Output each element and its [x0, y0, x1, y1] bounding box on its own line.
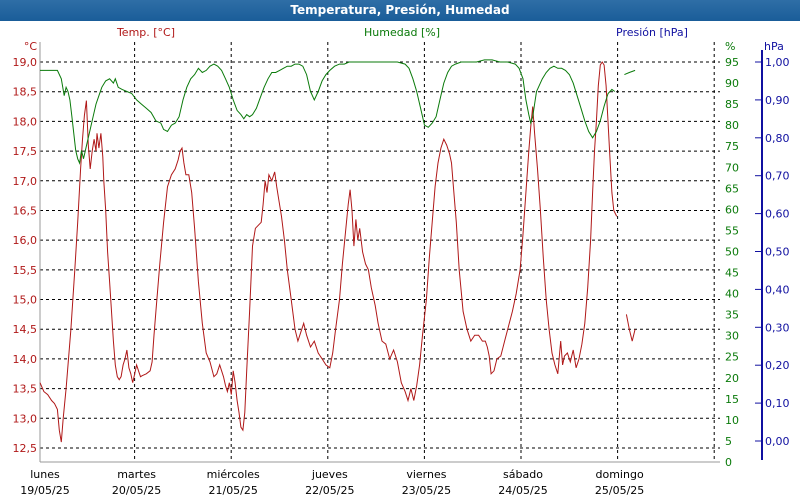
humidity-tick-label: 95: [725, 56, 739, 69]
pressure-tick-label: 0,20: [765, 359, 790, 372]
x-date-label: 25/05/25: [595, 484, 644, 497]
humidity-tick-label: 85: [725, 98, 739, 111]
humidity-tick-label: 45: [725, 267, 739, 280]
temp-tick-label: 14,0: [13, 353, 38, 366]
temp-tick-label: 15,5: [13, 264, 38, 277]
x-day-label: martes: [117, 468, 156, 481]
humidity-tick-label: 0: [725, 456, 732, 469]
humidity-tick-label: 65: [725, 182, 739, 195]
temp-tick-label: 12,5: [13, 442, 38, 455]
x-day-label: sábado: [503, 468, 543, 481]
humidity-tick-label: 70: [725, 161, 739, 174]
x-date-label: 19/05/25: [20, 484, 69, 497]
right1-axis-unit: %: [725, 40, 735, 53]
temp-tick-label: 16,0: [13, 234, 38, 247]
left-axis-unit: °C: [24, 40, 38, 53]
humidity-tick-label: 15: [725, 393, 739, 406]
humidity-tick-label: 25: [725, 351, 739, 364]
pressure-tick-label: 0,40: [765, 283, 790, 296]
humidity-tick-label: 20: [725, 372, 739, 385]
humidity-tick-label: 75: [725, 140, 739, 153]
pressure-tick-label: 0,30: [765, 321, 790, 334]
pressure-tick-label: 0,10: [765, 397, 790, 410]
series-lines: [39, 59, 636, 443]
right2-axis-unit: hPa: [764, 40, 784, 53]
humidity-tick-label: 5: [725, 435, 732, 448]
x-day-label: domingo: [596, 468, 644, 481]
humidity-axis-label: Humedad [%]: [364, 26, 440, 39]
axes: [39, 42, 763, 463]
temp-tick-label: 18,0: [13, 115, 38, 128]
x-day-label: lunes: [30, 468, 60, 481]
humidity-tick-label: 35: [725, 309, 739, 322]
x-labels: lunes 19/05/25 martes 20/05/25 miércoles 21/0…: [20, 468, 644, 497]
temp-tick-label: 17,5: [13, 145, 38, 158]
chart: 12,5 13,0 13,5 14,0 14,5 15,0 15,5 16,0 16,5 17,0…: [13, 26, 790, 497]
pressure-tick-label: 0,60: [765, 208, 790, 221]
humidity-tick-label: 90: [725, 77, 739, 90]
temp-tick-label: 17,0: [13, 175, 38, 188]
humidity-tick-label: 50: [725, 245, 739, 258]
pressure-axis-label: Presión [hPa]: [616, 26, 688, 39]
pressure-tick-label: 0,70: [765, 170, 790, 183]
humidity-tick-label: 40: [725, 288, 739, 301]
humidity-tick-label: 10: [725, 414, 739, 427]
temp-tick-label: 13,0: [13, 412, 38, 425]
humidity-tick-label: 55: [725, 224, 739, 237]
pressure-tick-label: 1,00: [765, 56, 790, 69]
temp-tick-label: 14,5: [13, 323, 38, 336]
x-date-label: 23/05/25: [402, 484, 451, 497]
humidity-tick-label: 60: [725, 203, 739, 216]
x-date-label: 21/05/25: [208, 484, 257, 497]
humidity-series-line: [624, 69, 636, 76]
pressure-tick-label: 0,50: [765, 246, 790, 259]
temp-tick-label: 13,5: [13, 383, 38, 396]
pressure-tick-label: 0,00: [765, 435, 790, 448]
x-day-label: miércoles: [207, 468, 260, 481]
x-date-label: 22/05/25: [305, 484, 354, 497]
x-day-label: viernes: [406, 468, 446, 481]
tick-labels: 12,5 13,0 13,5 14,0 14,5 15,0 15,5 16,0 16,5 17,0…: [13, 56, 790, 469]
temp-tick-label: 19,0: [13, 56, 38, 69]
x-date-label: 24/05/25: [498, 484, 547, 497]
humidity-tick-label: 80: [725, 119, 739, 132]
temp-tick-label: 18,5: [13, 86, 38, 99]
x-date-label: 20/05/25: [112, 484, 161, 497]
humidity-tick-label: 30: [725, 330, 739, 343]
temp-tick-label: 16,5: [13, 204, 38, 217]
pressure-tick-label: 0,80: [765, 132, 790, 145]
x-day-label: jueves: [311, 468, 348, 481]
temp-axis-label: Temp. [°C]: [116, 26, 175, 39]
temp-tick-label: 15,0: [13, 294, 38, 307]
temperature-series-line: [625, 314, 636, 342]
pressure-tick-label: 0,90: [765, 94, 790, 107]
